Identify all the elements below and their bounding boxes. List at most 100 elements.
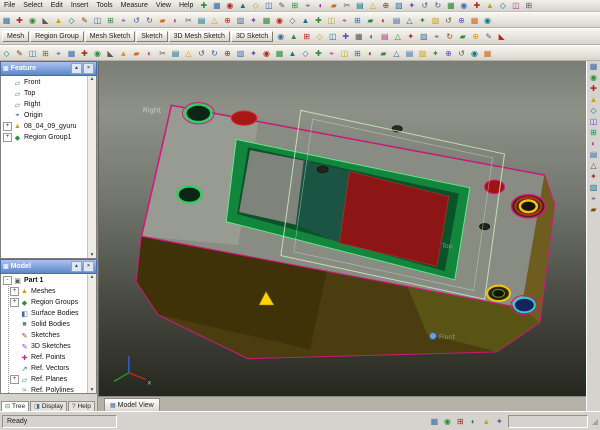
toolbar-icon[interactable]: ⌖ — [338, 15, 351, 26]
toolbar-icon[interactable]: ▤ — [378, 31, 391, 42]
toolbar-icon[interactable]: ⊕ — [221, 48, 234, 59]
toolbar-icon[interactable]: ⌖ — [325, 48, 338, 59]
toolbar-icon[interactable]: ▤ — [403, 48, 416, 59]
panel-tab[interactable]: ◨ Display — [30, 401, 67, 411]
menu-item[interactable]: Select — [19, 2, 46, 9]
toolbar-icon[interactable]: ◉ — [26, 15, 39, 26]
toolbar-icon[interactable]: ✚ — [13, 15, 26, 26]
toolbar-icon[interactable]: ◐ — [314, 0, 327, 11]
toolbar-icon[interactable]: ◫ — [262, 0, 275, 11]
resize-grip[interactable]: ◢ — [592, 417, 598, 426]
toolbar-icon[interactable]: ↺ — [130, 15, 143, 26]
toolbar-icon[interactable]: ✦ — [247, 15, 260, 26]
feature-tree-item[interactable]: ⌖ Origin — [3, 110, 87, 121]
toolbar-icon[interactable]: ◐ — [365, 31, 378, 42]
panel-close-button[interactable]: × — [83, 63, 94, 74]
toolbar-icon[interactable]: ▦ — [65, 48, 78, 59]
mode-tab[interactable]: 3D Sketch — [231, 31, 273, 42]
toolbar-icon[interactable]: ▤ — [353, 0, 366, 11]
toolbar-icon[interactable]: ◇ — [286, 15, 299, 26]
menu-item[interactable]: Edit — [47, 2, 67, 9]
toolbar-icon[interactable]: ▲ — [117, 48, 130, 59]
toolbar-icon[interactable]: ⌖ — [430, 31, 443, 42]
toolbar-icon[interactable]: ✦ — [416, 15, 429, 26]
toolbar-icon[interactable]: ⊕ — [455, 15, 468, 26]
toolbar-icon[interactable]: △ — [208, 15, 221, 26]
toolbar-icon[interactable]: ✦ — [247, 48, 260, 59]
scroll-down-icon[interactable]: ▼ — [90, 252, 95, 258]
toolbar-icon[interactable]: ◉ — [274, 31, 287, 42]
toolbar-icon[interactable]: ▲ — [588, 94, 600, 105]
toolbar-icon[interactable]: ◫ — [325, 15, 338, 26]
toolbar-icon[interactable]: ⊞ — [300, 31, 313, 42]
toolbar-icon[interactable]: ◫ — [326, 31, 339, 42]
toolbar-icon[interactable]: ◇ — [0, 48, 13, 59]
model-tree-item[interactable]: ↗ Ref. Vectors — [10, 363, 87, 374]
model-tree-item[interactable]: ✎ 3D Sketches — [10, 341, 87, 352]
toolbar-icon[interactable]: ▧ — [234, 15, 247, 26]
scroll-up-icon[interactable]: ▲ — [90, 274, 95, 280]
toolbar-icon[interactable]: ▧ — [416, 48, 429, 59]
panel-tab[interactable]: ? Help — [68, 401, 95, 411]
toolbar-icon[interactable]: ↺ — [195, 48, 208, 59]
toolbar-icon[interactable]: ◉ — [223, 0, 236, 11]
model-tree-item[interactable]: ■ Solid Bodies — [10, 319, 87, 330]
toolbar-icon[interactable]: ▦ — [0, 15, 13, 26]
toolbar-icon[interactable]: ✎ — [13, 48, 26, 59]
toolbar-icon[interactable]: ◇ — [496, 0, 509, 11]
feature-tree-item[interactable]: + ▲ 08_04_09_gyuru — [3, 121, 87, 132]
toolbar-icon[interactable]: ▧ — [588, 182, 600, 193]
3d-viewport-canvas[interactable]: Right Top Front x — [99, 61, 586, 396]
toolbar-icon[interactable]: ▰ — [377, 48, 390, 59]
toolbar-icon[interactable]: ▰ — [130, 48, 143, 59]
toolbar-icon[interactable]: ↺ — [418, 0, 431, 11]
toolbar-icon[interactable]: ◣ — [39, 15, 52, 26]
model-tree-item[interactable]: + ▱ Ref. Planes — [10, 374, 87, 385]
toolbar-icon[interactable]: ✦ — [404, 31, 417, 42]
scroll-up-icon[interactable]: ▲ — [90, 76, 95, 82]
toolbar-icon[interactable]: ◫ — [338, 48, 351, 59]
tree-expander-icon[interactable]: + — [10, 298, 19, 307]
3d-model[interactable] — [137, 103, 554, 359]
toolbar-icon[interactable]: ◉ — [481, 15, 494, 26]
toolbar-icon[interactable]: ↻ — [208, 48, 221, 59]
toolbar-icon[interactable]: ▲ — [286, 48, 299, 59]
tree-expander-icon[interactable]: - — [3, 276, 12, 285]
toolbar-icon[interactable]: ▦ — [273, 48, 286, 59]
toolbar-icon[interactable]: ✚ — [78, 48, 91, 59]
toolbar-icon[interactable]: ◉ — [468, 48, 481, 59]
toolbar-icon[interactable]: ⊞ — [104, 15, 117, 26]
toolbar-icon[interactable]: ◇ — [299, 48, 312, 59]
toolbar-icon[interactable]: ▤ — [588, 149, 600, 160]
tree-expander-icon[interactable]: + — [3, 122, 12, 131]
model-tree-item[interactable]: ≈ Ref. Polylines — [10, 385, 87, 393]
toolbar-icon[interactable]: ◐ — [143, 48, 156, 59]
toolbar-icon[interactable]: ▦ — [481, 48, 494, 59]
toolbar-icon[interactable]: ▰ — [588, 204, 600, 215]
toolbar-icon[interactable]: ◫ — [91, 15, 104, 26]
tree-expander-icon[interactable]: + — [10, 375, 19, 384]
toolbar-icon[interactable]: ⊕ — [379, 0, 392, 11]
status-icon[interactable]: ▲ — [480, 416, 493, 427]
toolbar-icon[interactable]: ▤ — [390, 15, 403, 26]
model-tree-item[interactable]: + ◆ Region Groups — [10, 297, 87, 308]
panel-tab[interactable]: ⊟ Tree — [1, 401, 29, 411]
status-icon[interactable]: ◉ — [441, 416, 454, 427]
toolbar-icon[interactable]: ▦ — [352, 31, 365, 42]
toolbar-icon[interactable]: ◇ — [313, 31, 326, 42]
toolbar-icon[interactable]: ◇ — [65, 15, 78, 26]
toolbar-icon[interactable]: ▦ — [468, 15, 481, 26]
3d-viewport[interactable]: Right Top Front x — [98, 61, 586, 396]
toolbar-icon[interactable]: ▰ — [156, 15, 169, 26]
status-icon[interactable]: ⊞ — [454, 416, 467, 427]
toolbar-icon[interactable]: ✚ — [312, 48, 325, 59]
toolbar-icon[interactable]: ▦ — [588, 61, 600, 72]
toolbar-icon[interactable]: ▤ — [195, 15, 208, 26]
toolbar-icon[interactable]: ◫ — [588, 116, 600, 127]
menu-item[interactable]: Help — [175, 2, 197, 9]
feature-tree-scrollbar[interactable]: ▲ ▼ — [87, 76, 96, 258]
mode-tab[interactable]: Region Group — [30, 31, 84, 42]
toolbar-icon[interactable]: ✚ — [470, 0, 483, 11]
toolbar-icon[interactable]: ▦ — [444, 0, 457, 11]
toolbar-icon[interactable]: ⌖ — [52, 48, 65, 59]
